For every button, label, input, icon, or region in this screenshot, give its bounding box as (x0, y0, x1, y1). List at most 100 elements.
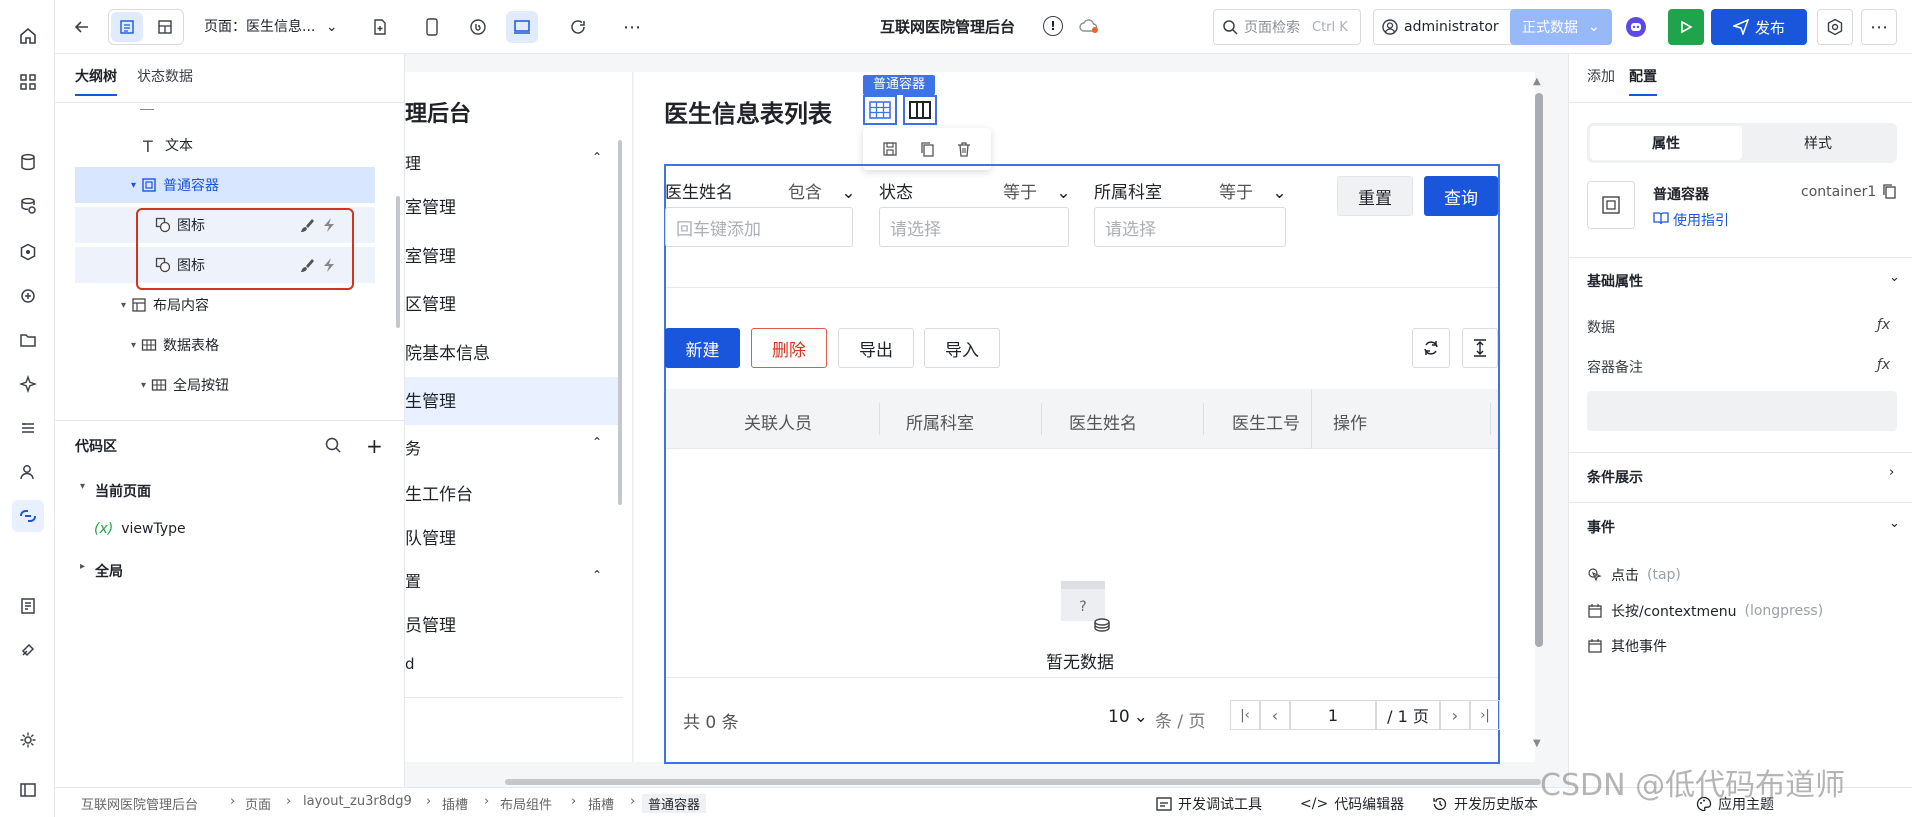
more-icon[interactable]: ⋯ (616, 11, 648, 43)
first-page-button[interactable]: |‹ (1230, 700, 1260, 730)
columns-layout-icon[interactable] (903, 95, 937, 125)
page-number-input[interactable]: 1 (1290, 700, 1376, 730)
hexagon-icon[interactable] (12, 236, 44, 268)
ai-assistant-icon[interactable] (1620, 11, 1652, 43)
report-icon[interactable] (12, 590, 44, 622)
chevron-down-icon[interactable]: ⌄ (1889, 516, 1900, 531)
data-mode-select[interactable]: 正式数据 ⌄ (1510, 9, 1612, 45)
column-divider[interactable] (1041, 403, 1042, 435)
filter-department-operator[interactable]: 等于 ⌄ (1219, 178, 1287, 203)
preview-nav-item[interactable]: 院基本信息 (405, 339, 490, 364)
layout-view-icon[interactable] (149, 12, 181, 42)
app-settings-button[interactable] (1817, 9, 1853, 45)
preview-nav-group[interactable]: 务 (405, 435, 421, 459)
storage-icon[interactable] (12, 412, 44, 444)
last-page-button[interactable]: ›| (1470, 700, 1500, 730)
event-other[interactable]: 其他事件 (1587, 636, 1667, 656)
column-header[interactable]: 医生姓名 (1069, 409, 1137, 434)
tab-config[interactable]: 配置 (1629, 66, 1657, 96)
mobile-preview-icon[interactable] (416, 11, 448, 43)
preview-nav-item[interactable]: 室管理 (405, 193, 456, 218)
column-header[interactable]: 关联人员 (744, 409, 812, 434)
column-header[interactable]: 医生工号 (1232, 409, 1300, 434)
next-page-button[interactable]: › (1440, 700, 1470, 730)
canvas-vertical-scrollbar[interactable] (1535, 93, 1543, 647)
code-editor-button[interactable]: </> 代码编辑器 (1300, 794, 1404, 814)
table-layout-icon[interactable] (863, 95, 897, 125)
container-note-input[interactable] (1587, 391, 1897, 431)
breadcrumb-current[interactable]: 普通容器 (642, 794, 707, 813)
database-icon[interactable] (12, 146, 44, 178)
tab-outline-tree[interactable]: 大纲树 (75, 66, 117, 96)
settings-cog-icon[interactable] (12, 724, 44, 756)
canvas-horizontal-scrollbar[interactable] (505, 779, 1541, 785)
tab-add[interactable]: 添加 (1587, 66, 1615, 96)
filter-doctor-name-input[interactable]: 回车键添加 (665, 207, 853, 247)
ai-sparkle-icon[interactable] (12, 368, 44, 400)
page-size-select[interactable]: 10 ⌄ (1108, 707, 1148, 727)
page-selector[interactable]: 页面：医生信息... ⌄ (204, 16, 338, 36)
fx-binding-note-icon[interactable]: ƒx (1877, 357, 1890, 373)
breadcrumb-item[interactable]: 页面 (245, 794, 271, 813)
back-arrow-icon[interactable] (66, 11, 98, 43)
chevron-down-icon[interactable]: ⌄ (1889, 270, 1900, 285)
add-icon[interactable]: + (366, 434, 383, 458)
preview-nav-group[interactable]: 置 (405, 568, 421, 592)
add-page-icon[interactable] (364, 11, 396, 43)
page-search-input[interactable]: 页面检索 Ctrl K (1213, 9, 1361, 45)
preview-nav-scrollbar[interactable] (618, 140, 622, 505)
filter-department-select[interactable]: 请选择 (1094, 207, 1286, 247)
delete-icon[interactable] (956, 141, 972, 157)
chevron-up-icon[interactable]: ⌃ (592, 568, 602, 582)
breadcrumb-item[interactable]: layout_zu3r8dg9 (303, 794, 412, 809)
preview-nav-item[interactable]: 员管理 (405, 611, 456, 636)
devtools-button[interactable]: 开发调试工具 (1156, 794, 1262, 814)
tree-node-text[interactable]: T 文本 (75, 127, 375, 163)
create-button[interactable]: 新建 (665, 328, 740, 368)
run-preview-button[interactable] (1668, 9, 1704, 45)
copy-icon[interactable] (919, 141, 935, 157)
chevron-up-icon[interactable]: ⌃ (592, 150, 602, 164)
usage-guide-link[interactable]: 使用指引 (1653, 210, 1729, 230)
section-events[interactable]: 事件 (1587, 517, 1615, 537)
export-button[interactable]: 导出 (838, 328, 914, 368)
section-basic-props[interactable]: 基础属性 (1587, 271, 1643, 291)
table-density-button[interactable] (1462, 328, 1498, 368)
breadcrumb-item[interactable]: 互联网医院管理后台 (81, 794, 198, 813)
more-menu-button[interactable]: ⋯ (1861, 9, 1897, 45)
folder-icon[interactable] (12, 324, 44, 356)
breadcrumb-item[interactable]: 插槽 (588, 794, 614, 813)
preview-nav-item[interactable]: d (405, 655, 415, 673)
scroll-down-icon[interactable]: ▼ (1533, 738, 1541, 749)
save-icon[interactable] (882, 141, 898, 157)
column-divider[interactable] (879, 403, 880, 435)
user-menu[interactable]: administrator (1373, 9, 1528, 45)
event-longpress[interactable]: 长按/contextmenu (longpress) (1587, 601, 1823, 621)
tree-node-table[interactable]: ▾ 数据表格 (75, 327, 375, 363)
apps-grid-icon[interactable] (12, 66, 44, 98)
chevron-right-icon[interactable]: › (1889, 465, 1894, 480)
query-button[interactable]: 查询 (1424, 176, 1498, 216)
copy-icon[interactable] (1881, 183, 1897, 199)
import-button[interactable]: 导入 (924, 328, 1000, 368)
column-header[interactable]: 所属科室 (906, 409, 974, 434)
user-role-icon[interactable] (12, 456, 44, 488)
fx-binding-data-icon[interactable]: ƒx (1877, 317, 1890, 333)
data-model-icon[interactable] (12, 190, 44, 222)
code-current-page[interactable]: ▾ 当前页面 (80, 481, 151, 501)
preview-nav-item[interactable]: 室管理 (405, 242, 456, 267)
prev-page-button[interactable]: ‹ (1260, 700, 1290, 730)
desktop-preview-icon[interactable] (506, 11, 538, 43)
filter-doctor-name-operator[interactable]: 包含 ⌄ (788, 178, 856, 203)
code-global[interactable]: ▸ 全局 (80, 561, 123, 581)
section-condition[interactable]: 条件展示 (1587, 467, 1643, 487)
delete-button[interactable]: 删除 (751, 328, 827, 368)
info-icon[interactable]: ! (1043, 16, 1063, 36)
code-variable-item[interactable]: (x) viewType (94, 521, 186, 537)
search-icon[interactable] (324, 436, 342, 454)
tab-state-data[interactable]: 状态数据 (137, 66, 193, 96)
scroll-up-icon[interactable]: ▲ (1533, 76, 1541, 87)
flow-link-icon[interactable] (12, 500, 44, 532)
home-icon[interactable] (12, 20, 44, 52)
breadcrumb-item[interactable]: 布局组件 (500, 794, 552, 813)
